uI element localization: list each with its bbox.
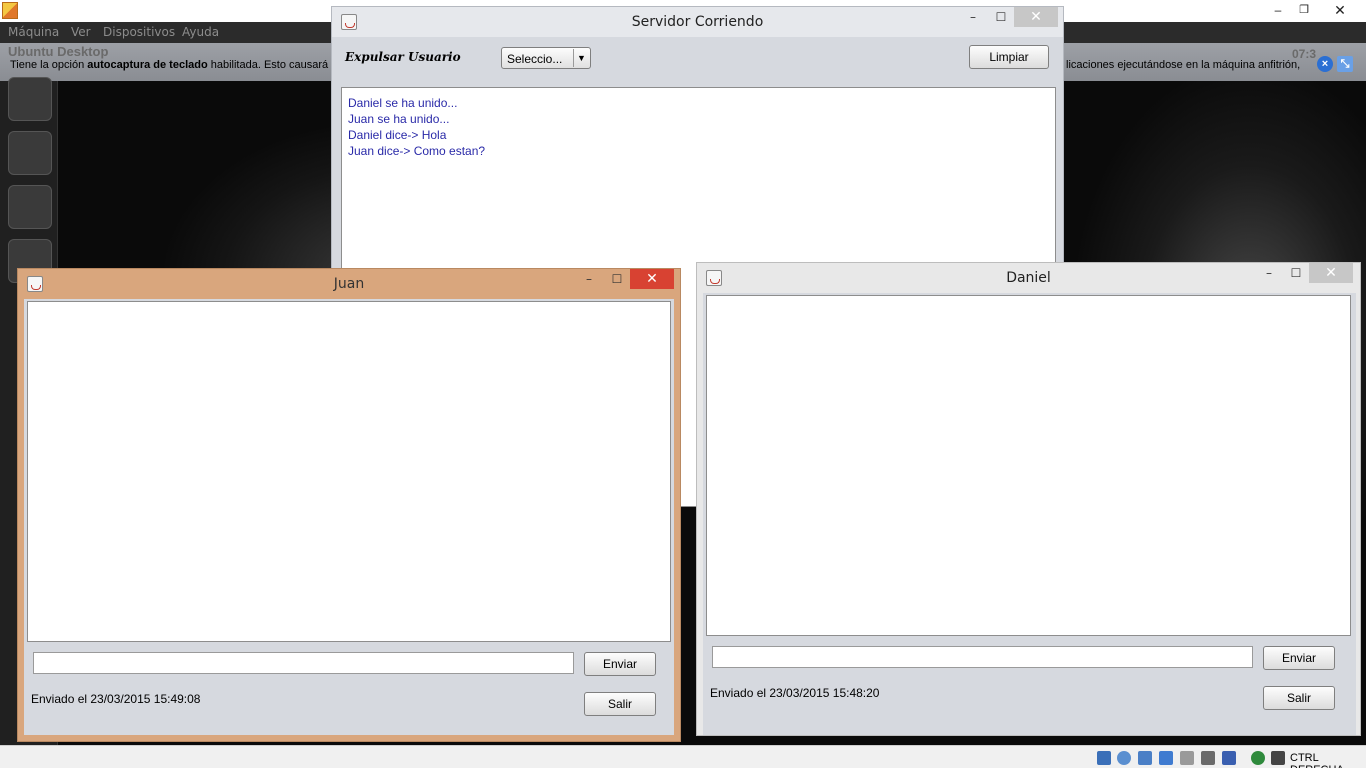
infobar-message-prefix: Tiene la opción: [10, 59, 88, 71]
juan-chat-window: Juan – ☐ ✕ Enviar Enviado el 23/03/2015 …: [17, 268, 681, 742]
menu-maquina[interactable]: Máquina: [8, 25, 59, 39]
menu-dispositivos[interactable]: Dispositivos: [103, 25, 175, 39]
juan-content-pane: Enviar Enviado el 23/03/2015 15:49:08 Sa…: [24, 299, 674, 735]
host-restore-button[interactable]: ❐: [1290, 0, 1318, 20]
juan-message-input[interactable]: [33, 652, 574, 674]
daniel-message-input[interactable]: [712, 646, 1253, 668]
juan-close-button[interactable]: ✕: [630, 269, 674, 289]
mouse-integration-status-icon[interactable]: [1251, 751, 1265, 765]
juan-salir-button[interactable]: Salir: [584, 692, 656, 716]
log-line: Juan dice-> Como estan?: [348, 144, 486, 158]
virtualbox-app-icon: [2, 2, 18, 19]
daniel-titlebar: Daniel – ☐ ✕: [697, 263, 1360, 293]
audio-icon[interactable]: [1138, 751, 1152, 765]
log-line: Juan se ha unido...: [348, 112, 450, 126]
daniel-salir-button[interactable]: Salir: [1263, 686, 1335, 710]
harddisk-icon[interactable]: [1097, 751, 1111, 765]
infobar-message-bold: autocaptura de teclado: [87, 59, 208, 71]
user-select-value: Seleccio...: [507, 52, 563, 66]
ubuntu-top-panel-label: Ubuntu Desktop: [8, 44, 109, 59]
juan-maximize-button[interactable]: ☐: [604, 269, 630, 289]
daniel-chat-window: Daniel – ☐ ✕ Enviar Enviado el 23/03/201…: [696, 262, 1361, 736]
daniel-close-button[interactable]: ✕: [1309, 263, 1353, 283]
daniel-content-pane: Enviar Enviado el 23/03/2015 15:48:20 Sa…: [703, 293, 1356, 735]
daniel-minimize-button[interactable]: –: [1256, 263, 1282, 283]
infobar-close-icon[interactable]: ×: [1317, 56, 1333, 72]
server-titlebar: Servidor Corriendo – ☐ ✕: [332, 7, 1063, 37]
juan-status-label: Enviado el 23/03/2015 15:49:08: [31, 692, 201, 706]
server-maximize-button[interactable]: ☐: [988, 7, 1014, 27]
juan-minimize-button[interactable]: –: [576, 269, 602, 289]
network-icon[interactable]: [1159, 751, 1173, 765]
server-close-button[interactable]: ✕: [1014, 7, 1058, 27]
infobar-message-right: licaciones ejecutándose en la máquina an…: [1066, 59, 1301, 71]
menu-ayuda[interactable]: Ayuda: [182, 25, 219, 39]
mouse-integration-icon[interactable]: ⤡: [1337, 56, 1353, 72]
host-minimize-button[interactable]: –: [1264, 0, 1292, 20]
user-select-dropdown[interactable]: Seleccio... ▼: [501, 47, 591, 69]
juan-titlebar: Juan – ☐ ✕: [18, 269, 680, 299]
files-icon[interactable]: [8, 131, 52, 175]
optical-drive-icon[interactable]: [1117, 751, 1131, 765]
log-line: Daniel se ha unido...: [348, 96, 458, 110]
daniel-chat-textarea[interactable]: [706, 295, 1351, 636]
juan-enviar-button[interactable]: Enviar: [584, 652, 656, 676]
daniel-maximize-button[interactable]: ☐: [1283, 263, 1309, 283]
menu-ver[interactable]: Ver: [71, 25, 91, 39]
server-title: Servidor Corriendo: [631, 14, 764, 30]
host-close-button[interactable]: ✕: [1326, 0, 1354, 20]
juan-chat-textarea[interactable]: [27, 301, 671, 642]
display-icon[interactable]: [1201, 751, 1215, 765]
video-capture-icon[interactable]: [1222, 751, 1236, 765]
dash-home-icon[interactable]: [8, 77, 52, 121]
chevron-down-icon: ▼: [573, 49, 589, 67]
host-key-label: CTRL DERECHA: [1290, 752, 1344, 768]
keyboard-capture-status-icon[interactable]: [1271, 751, 1285, 765]
vbox-statusbar: CTRL DERECHA: [0, 745, 1366, 768]
firefox-icon[interactable]: [8, 185, 52, 229]
daniel-enviar-button[interactable]: Enviar: [1263, 646, 1335, 670]
infobar-message: Tiene la opción autocaptura de teclado h…: [10, 59, 328, 71]
infobar-message-suffix: habilitada. Esto causará: [207, 59, 329, 71]
server-minimize-button[interactable]: –: [960, 7, 986, 27]
shared-folders-icon[interactable]: [1180, 751, 1194, 765]
expulsar-usuario-label: Expulsar Usuario: [345, 50, 461, 64]
log-line: Daniel dice-> Hola: [348, 128, 447, 142]
daniel-status-label: Enviado el 23/03/2015 15:48:20: [710, 686, 880, 700]
limpiar-button[interactable]: Limpiar: [969, 45, 1049, 69]
